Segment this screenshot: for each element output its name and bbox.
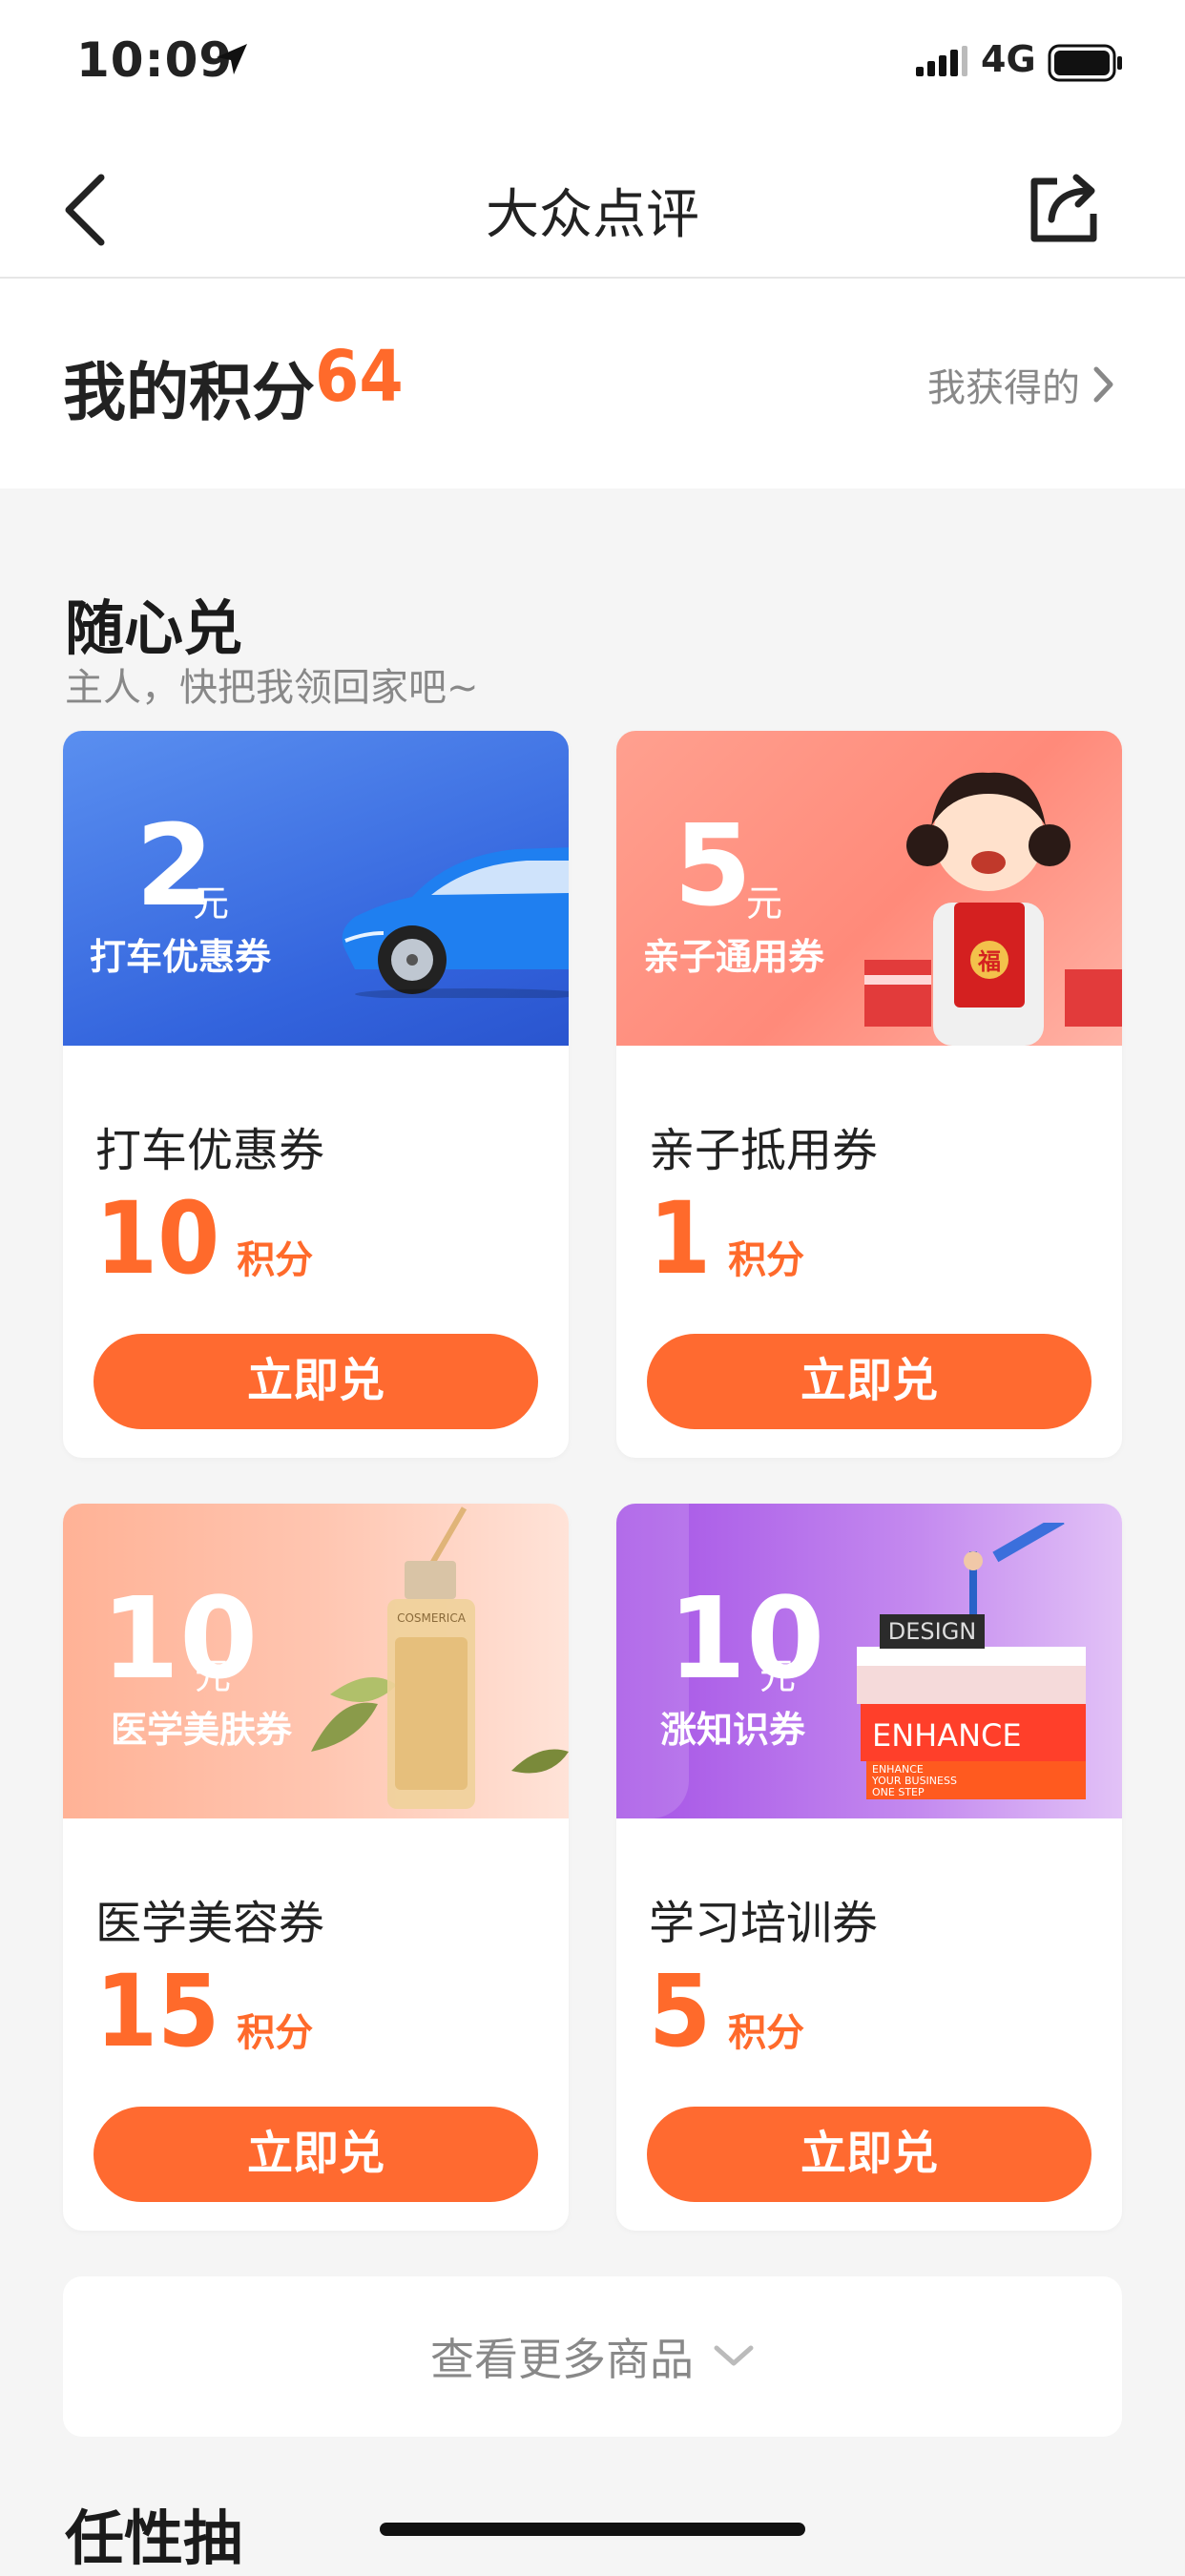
coupon-name: 学习培训券 bbox=[649, 1897, 879, 1950]
redeem-button[interactable]: 立即兑 bbox=[94, 1334, 538, 1429]
book-design-label: DESIGN bbox=[888, 1618, 977, 1645]
coupon-card: 5 元 亲子通用券 福 亲子抵用券 1 积分 立即兑 bbox=[616, 731, 1122, 1458]
coupon-points-value: 15 bbox=[95, 1953, 220, 2069]
banner-unit: 元 bbox=[195, 1655, 232, 1697]
book-small-label-3: ONE STEP bbox=[872, 1786, 925, 1798]
child-with-gift-illustration: 福 bbox=[864, 772, 1122, 1046]
points-value: 64 bbox=[315, 336, 404, 418]
books-stack-illustration: DESIGN ENHANCE ENHANCE YOUR BUSINESS ONE… bbox=[857, 1523, 1086, 1799]
battery-icon bbox=[1048, 44, 1122, 82]
coupon-banner: 10 元 涨知识券 DESIGN ENHANCE ENHANCE YOUR BU… bbox=[616, 1504, 1122, 1818]
section-title: 随心兑 bbox=[65, 593, 243, 663]
coupon-card: 10 元 医学美肤券 COSMERICA 医学美容券 15 积分 立即兑 bbox=[63, 1504, 569, 2231]
home-indicator[interactable] bbox=[380, 2523, 805, 2536]
coupon-points: 5 积分 bbox=[649, 1962, 804, 2061]
earned-link[interactable]: 我获得的 bbox=[927, 357, 1114, 412]
coupon-points: 10 积分 bbox=[95, 1189, 313, 1288]
location-arrow-icon bbox=[217, 44, 247, 74]
redeem-button[interactable]: 立即兑 bbox=[94, 2107, 538, 2202]
banner-amount: 5 bbox=[674, 800, 753, 931]
fu-character: 福 bbox=[977, 948, 1001, 975]
banner-unit: 元 bbox=[193, 883, 230, 924]
coupon-points-unit: 积分 bbox=[728, 2011, 805, 2055]
coupon-points-value: 1 bbox=[649, 1180, 712, 1297]
coupon-card: 2 元 打车优惠券 打车优惠券 10 积分 立即兑 bbox=[63, 731, 569, 1458]
view-more-button[interactable]: 查看更多商品 bbox=[63, 2276, 1122, 2437]
banner-unit: 元 bbox=[746, 883, 783, 924]
coupon-points-unit: 积分 bbox=[728, 1238, 805, 1282]
coupon-name: 医学美容券 bbox=[95, 1897, 325, 1950]
cosmetic-bottle-illustration: COSMERICA bbox=[311, 1506, 569, 1809]
status-bar: 10:09 4G bbox=[0, 0, 1185, 126]
coupon-name: 打车优惠券 bbox=[95, 1124, 325, 1177]
coupon-points: 15 积分 bbox=[95, 1962, 313, 2061]
coupon-banner: 10 元 医学美肤券 COSMERICA bbox=[63, 1504, 569, 1818]
nav-bar: 大众点评 bbox=[0, 126, 1185, 279]
share-icon[interactable] bbox=[1029, 172, 1099, 244]
view-more-label: 查看更多商品 bbox=[430, 2334, 694, 2385]
book-enhance-label: ENHANCE bbox=[872, 1717, 1022, 1754]
section-subtitle: 主人，快把我领回家吧~ bbox=[65, 666, 479, 710]
banner-amount: 10 bbox=[101, 1572, 259, 1704]
coupon-card: 10 元 涨知识券 DESIGN ENHANCE ENHANCE YOUR BU… bbox=[616, 1504, 1122, 2231]
redeem-button[interactable]: 立即兑 bbox=[647, 1334, 1091, 1429]
coupon-points-unit: 积分 bbox=[237, 2011, 314, 2055]
chevron-down-icon bbox=[714, 2345, 754, 2366]
points-summary: 我的积分 64 我获得的 bbox=[0, 279, 1185, 488]
bottle-label: COSMERICA bbox=[397, 1611, 467, 1625]
coupon-banner: 5 元 亲子通用券 福 bbox=[616, 731, 1122, 1046]
earned-link-label: 我获得的 bbox=[927, 366, 1080, 410]
points-label: 我的积分 bbox=[63, 356, 315, 429]
coupon-points-value: 5 bbox=[649, 1953, 712, 2069]
signal-icon bbox=[916, 46, 967, 76]
car-illustration bbox=[342, 847, 569, 998]
status-time: 10:09 bbox=[76, 32, 234, 88]
coupon-banner: 2 元 打车优惠券 bbox=[63, 731, 569, 1046]
banner-caption: 亲子通用券 bbox=[643, 936, 825, 978]
banner-amount: 10 bbox=[668, 1572, 825, 1704]
network-type: 4G bbox=[981, 38, 1036, 80]
coupon-name: 亲子抵用券 bbox=[649, 1124, 879, 1177]
banner-caption: 医学美肤券 bbox=[111, 1709, 293, 1751]
coupon-points-value: 10 bbox=[95, 1180, 220, 1297]
section-title-lottery: 任性抽 bbox=[65, 2503, 243, 2573]
coupon-points-unit: 积分 bbox=[237, 1238, 314, 1282]
page-title: 大众点评 bbox=[486, 184, 699, 246]
banner-unit: 元 bbox=[759, 1655, 797, 1697]
redeem-button[interactable]: 立即兑 bbox=[647, 2107, 1091, 2202]
banner-caption: 涨知识券 bbox=[660, 1709, 806, 1751]
banner-caption: 打车优惠券 bbox=[90, 936, 272, 978]
chevron-right-icon bbox=[1093, 366, 1113, 403]
coupon-points: 1 积分 bbox=[649, 1189, 804, 1288]
